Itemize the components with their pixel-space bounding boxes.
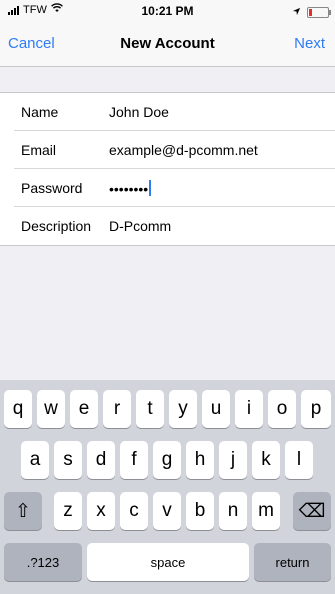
password-value: •••••••• [109, 181, 149, 197]
key-g[interactable]: g [153, 441, 181, 479]
email-row[interactable]: Email example@d-pcomm.net [0, 131, 335, 169]
key-w[interactable]: w [37, 390, 65, 428]
return-key[interactable]: return [254, 543, 331, 581]
delete-icon: ⌫ [298, 500, 326, 522]
key-f[interactable]: f [120, 441, 148, 479]
description-label: Description [21, 218, 92, 234]
key-s[interactable]: s [54, 441, 82, 479]
password-label: Password [21, 180, 83, 196]
account-form: Name John Doe Email example@d-pcomm.net … [0, 92, 335, 246]
key-l[interactable]: l [285, 441, 313, 479]
keyboard: q w e r t y u i o p a s d f g h j k l ⇧ … [0, 380, 335, 594]
page-title: New Account [120, 35, 215, 52]
shift-key[interactable]: ⇧ [4, 492, 42, 530]
description-row[interactable]: Description D-Pcomm [0, 207, 335, 245]
delete-key[interactable]: ⌫ [293, 492, 331, 530]
key-t[interactable]: t [136, 390, 164, 428]
key-c[interactable]: c [120, 492, 148, 530]
key-y[interactable]: y [169, 390, 197, 428]
shift-icon: ⇧ [15, 500, 31, 522]
numbers-key[interactable]: .?123 [4, 543, 82, 581]
key-n[interactable]: n [219, 492, 247, 530]
key-x[interactable]: x [87, 492, 115, 530]
key-q[interactable]: q [4, 390, 32, 428]
status-time: 10:21 PM [141, 4, 194, 18]
status-right [292, 3, 331, 21]
key-r[interactable]: r [103, 390, 131, 428]
key-k[interactable]: k [252, 441, 280, 479]
email-label: Email [21, 142, 57, 158]
key-u[interactable]: u [202, 390, 230, 428]
key-m[interactable]: m [252, 492, 280, 530]
password-row[interactable]: Password •••••••• [0, 169, 335, 207]
navigation-bar: Cancel New Account Next [0, 22, 335, 67]
description-field[interactable]: D-Pcomm [109, 218, 171, 234]
email-field[interactable]: example@d-pcomm.net [109, 142, 258, 158]
key-v[interactable]: v [153, 492, 181, 530]
name-field[interactable]: John Doe [109, 104, 169, 120]
name-label: Name [21, 104, 59, 120]
location-arrow-icon [292, 3, 301, 21]
key-j[interactable]: j [219, 441, 247, 479]
key-z[interactable]: z [54, 492, 82, 530]
key-p[interactable]: p [301, 390, 331, 428]
status-bar: TFW 10:21 PM [0, 0, 335, 22]
next-button[interactable]: Next [294, 35, 325, 52]
key-e[interactable]: e [70, 390, 98, 428]
key-i[interactable]: i [235, 390, 263, 428]
key-h[interactable]: h [186, 441, 214, 479]
key-o[interactable]: o [268, 390, 296, 428]
space-key[interactable]: space [87, 543, 249, 581]
name-row[interactable]: Name John Doe [0, 93, 335, 131]
key-d[interactable]: d [87, 441, 115, 479]
text-cursor [149, 180, 152, 196]
key-a[interactable]: a [21, 441, 49, 479]
key-b[interactable]: b [186, 492, 214, 530]
battery-icon [307, 6, 331, 18]
password-field[interactable]: •••••••• [109, 180, 152, 197]
